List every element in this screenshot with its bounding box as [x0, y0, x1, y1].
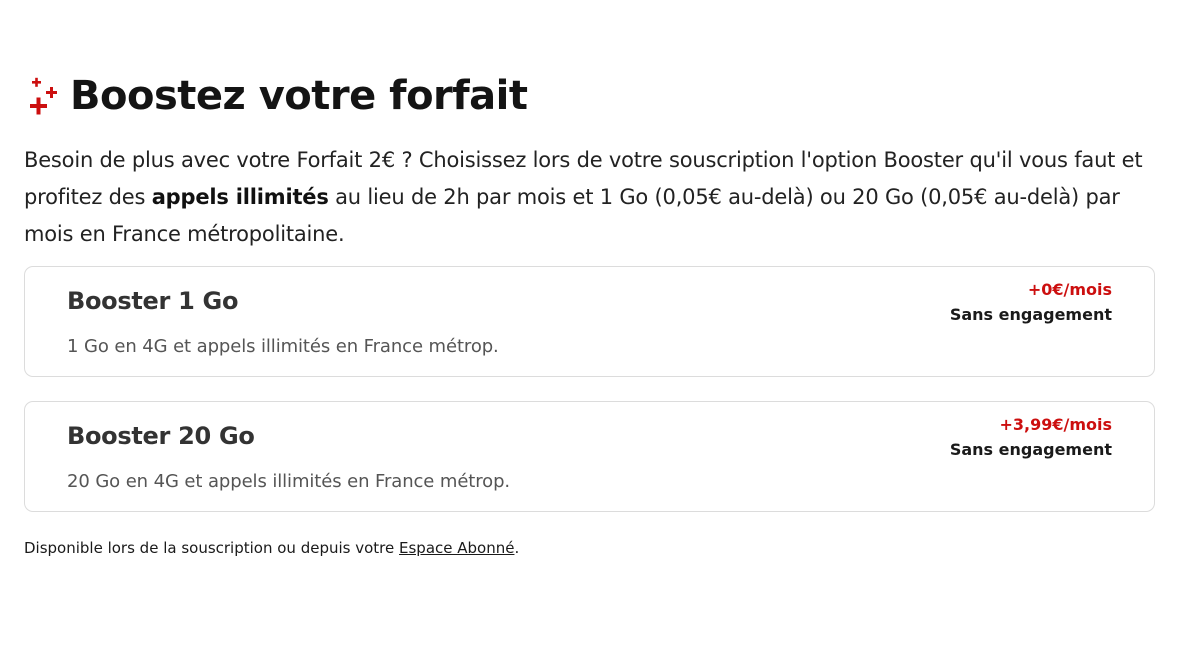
option-price: +3,99€/mois: [999, 415, 1112, 434]
option-name: Booster 1 Go: [67, 287, 239, 315]
espace-abonne-link[interactable]: Espace Abonné: [399, 539, 514, 557]
option-price: +0€/mois: [1027, 280, 1112, 299]
booster-option-card-1go[interactable]: Booster 1 Go 1 Go en 4G et appels illimi…: [24, 266, 1155, 377]
section-title: Boostez votre forfait: [70, 73, 528, 119]
boost-section: Boostez votre forfait Besoin de plus ave…: [24, 70, 1155, 557]
section-header: Boostez votre forfait: [24, 70, 1155, 122]
option-commitment: Sans engagement: [949, 305, 1112, 324]
intro-text: Besoin de plus avec votre Forfait 2€ ? C…: [24, 142, 1155, 253]
intro-text-highlight: appels illimités: [151, 185, 329, 209]
option-description: 20 Go en 4G et appels illimités en Franc…: [67, 471, 511, 492]
option-name: Booster 20 Go: [67, 422, 255, 450]
option-description: 1 Go en 4G et appels illimités en France…: [67, 336, 499, 357]
availability-note-end: .: [514, 539, 520, 557]
booster-options-list: Booster 1 Go 1 Go en 4G et appels illimi…: [24, 266, 1155, 512]
sparkle-plus-icon: [24, 74, 64, 118]
availability-note-text: Disponible lors de la souscription ou de…: [24, 539, 399, 557]
booster-option-card-20go[interactable]: Booster 20 Go 20 Go en 4G et appels illi…: [24, 401, 1155, 512]
availability-note: Disponible lors de la souscription ou de…: [24, 539, 1155, 557]
option-commitment: Sans engagement: [949, 440, 1112, 459]
